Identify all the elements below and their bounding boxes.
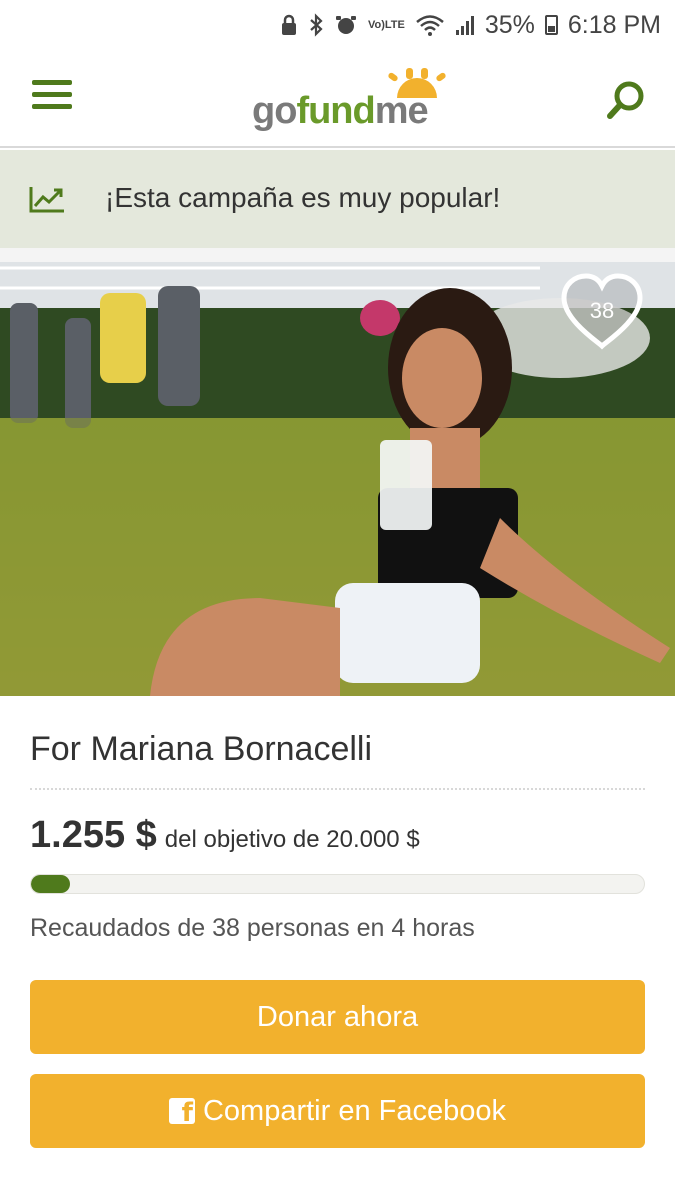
wifi-icon — [415, 13, 445, 37]
heart-badge[interactable]: 38 — [558, 272, 646, 352]
battery-icon — [544, 15, 558, 35]
donate-button-label: Donar ahora — [256, 1000, 419, 1033]
hamburger-icon[interactable] — [32, 80, 74, 114]
campaign-photo[interactable]: 38 — [0, 248, 675, 696]
trend-up-icon — [28, 184, 66, 219]
share-facebook-button[interactable]: f Compartir en Facebook — [30, 1074, 645, 1148]
progress-fill — [31, 875, 70, 893]
alarm-icon — [334, 13, 358, 37]
share-facebook-label: Compartir en Facebook — [202, 1094, 507, 1127]
volte-lte-icon: Vo) LTE — [367, 18, 405, 31]
popular-banner: ¡Esta campaña es muy popular! — [0, 150, 675, 248]
popular-banner-text: ¡Esta campaña es muy popular! — [105, 182, 501, 213]
facebook-icon: f — [168, 1098, 195, 1124]
battery-percent: 35% — [484, 10, 535, 39]
logo-wordmark: gofundme — [252, 90, 429, 132]
raised-amount: 1.255 $ — [30, 814, 157, 856]
progress-bar — [30, 874, 645, 894]
bluetooth-icon — [308, 13, 324, 37]
status-bar: Vo) LTE 35% 6:18 PM — [0, 0, 675, 50]
raised-text: Recaudados de 38 personas en 4 horas — [30, 914, 475, 942]
goal-text: del objetivo de 20.000 $ — [164, 826, 420, 853]
donate-button[interactable]: Donar ahora — [30, 980, 645, 1054]
gofundme-logo[interactable]: gofundme — [252, 68, 452, 138]
signal-icon — [455, 14, 475, 36]
search-icon[interactable] — [604, 78, 648, 122]
divider — [30, 788, 645, 790]
heart-count: 38 — [589, 298, 615, 323]
app-header: gofundme — [0, 50, 675, 148]
amount-row: 1.255 $ del objetivo de 20.000 $ — [30, 814, 420, 857]
campaign-title: For Mariana Bornacelli — [30, 730, 373, 768]
lock-icon — [280, 14, 298, 36]
status-time: 6:18 PM — [567, 10, 661, 39]
